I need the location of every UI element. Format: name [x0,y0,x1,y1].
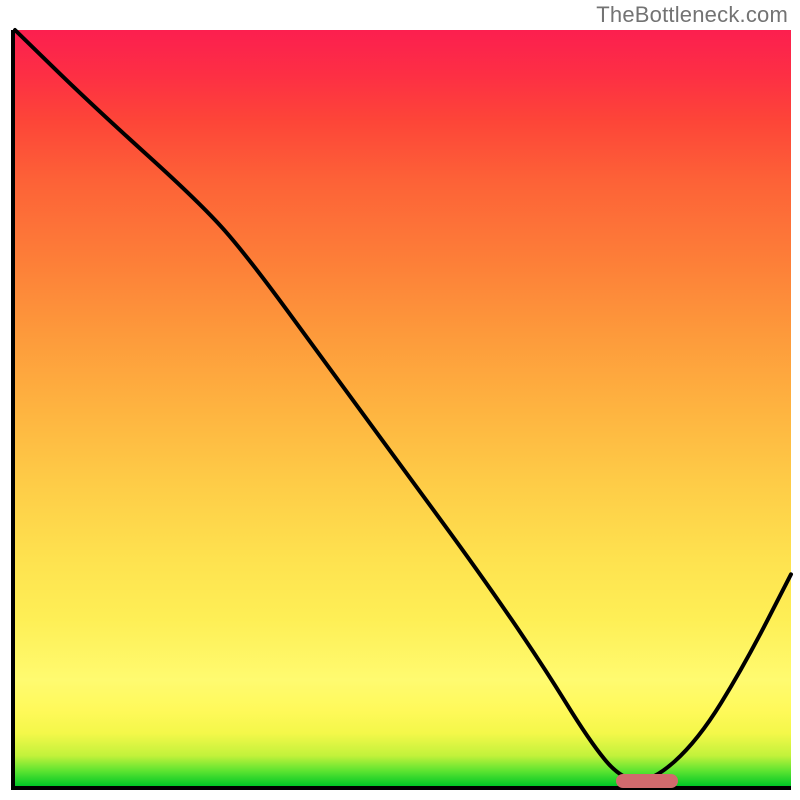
bottleneck-curve [15,30,791,786]
watermark-text: TheBottleneck.com [596,2,788,28]
optimal-range-marker [616,774,678,788]
curve-path [15,30,791,780]
chart-container: TheBottleneck.com [0,0,800,800]
plot-area [11,30,791,790]
